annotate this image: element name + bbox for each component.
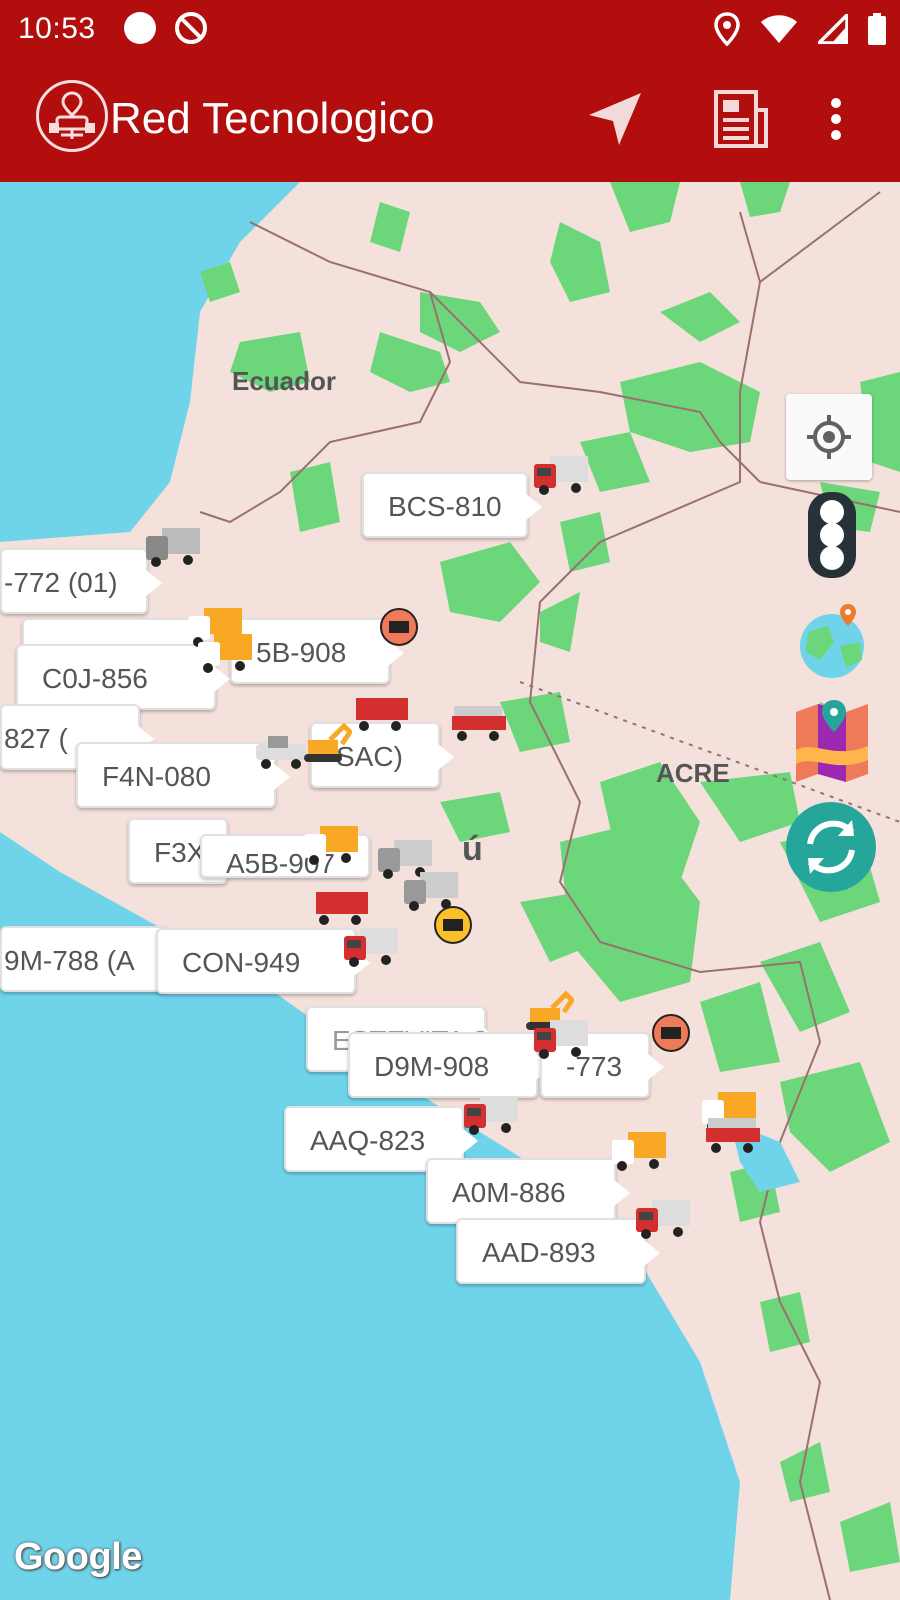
overflow-menu-button[interactable]	[814, 84, 858, 154]
google-attribution[interactable]: Google	[14, 1536, 142, 1579]
cell-signal-icon	[818, 14, 848, 44]
navigation-arrow-icon	[589, 93, 641, 145]
vehicle-marker-label[interactable]: AAD-893	[456, 1218, 660, 1284]
refresh-icon	[807, 820, 855, 874]
red-truck-icon[interactable]	[462, 1090, 520, 1136]
do-not-disturb-icon	[175, 12, 207, 44]
truck-pin-icon[interactable]	[432, 904, 474, 946]
report-icon	[714, 90, 768, 148]
label-ecuador: Ecuador	[232, 366, 337, 396]
app-bar: Red Tecnologico	[0, 58, 900, 182]
red-truck-icon[interactable]	[342, 922, 400, 968]
red-truck-icon[interactable]	[532, 1014, 590, 1060]
status-icons	[714, 10, 886, 48]
vehicle-marker-label[interactable]: F4N-080	[76, 742, 290, 808]
vehicle-marker-label[interactable]: -772 (01)	[0, 548, 162, 614]
yellow-truck-icon[interactable]	[196, 628, 254, 674]
traffic-light-icon[interactable]	[808, 492, 856, 578]
my-location-button[interactable]	[786, 394, 872, 480]
app-title: Red Tecnologico	[110, 94, 435, 143]
vehicle-marker-label[interactable]: BCS-810	[362, 472, 542, 538]
yellow-truck-icon[interactable]	[302, 820, 360, 866]
red-truck-icon[interactable]	[634, 1194, 692, 1240]
vehicle-marker-label[interactable]: 9M-788 (A	[0, 926, 184, 992]
vehicle-marker-label[interactable]: CON-949	[156, 928, 370, 994]
notification-dot-icon	[124, 12, 156, 44]
gray-truck-icon[interactable]	[144, 522, 202, 568]
more-vert-icon	[831, 98, 841, 140]
globe-location-icon[interactable]	[794, 602, 872, 680]
map-layers-icon[interactable]	[794, 700, 870, 782]
label-acre: ACRE	[656, 758, 730, 788]
status-bar: 10:53	[0, 0, 900, 58]
red-truck-icon[interactable]	[352, 688, 410, 734]
excavator-icon[interactable]	[294, 722, 352, 768]
vehicle-marker-label[interactable]: D9M-908	[348, 1032, 552, 1098]
red-truck-icon[interactable]	[450, 698, 508, 744]
location-status-icon	[714, 12, 740, 46]
vehicle-marker-label[interactable]: 5B-908	[230, 618, 404, 684]
logo-icon	[36, 80, 108, 152]
status-time: 10:53	[18, 12, 96, 45]
vehicle-marker-label[interactable]: C0J-856	[16, 644, 230, 710]
label-peru: ú	[462, 830, 483, 868]
battery-icon	[868, 13, 886, 45]
yellow-truck-icon[interactable]	[610, 1126, 668, 1172]
navigation-button[interactable]	[580, 84, 650, 154]
wifi-icon	[761, 15, 797, 43]
my-location-icon	[807, 415, 851, 459]
report-button[interactable]	[706, 84, 776, 154]
truck-pin-icon[interactable]	[650, 1012, 692, 1054]
red-truck-icon[interactable]	[532, 450, 590, 496]
refresh-button[interactable]	[786, 802, 876, 892]
vehicle-marker-label[interactable]: A0M-886	[426, 1158, 630, 1224]
red-truck-icon[interactable]	[704, 1110, 762, 1156]
map-view[interactable]: Ecuador ACRE ú BCS-810 -772 (01) 5B-908 …	[0, 182, 900, 1600]
truck-pin-icon[interactable]	[378, 606, 420, 648]
